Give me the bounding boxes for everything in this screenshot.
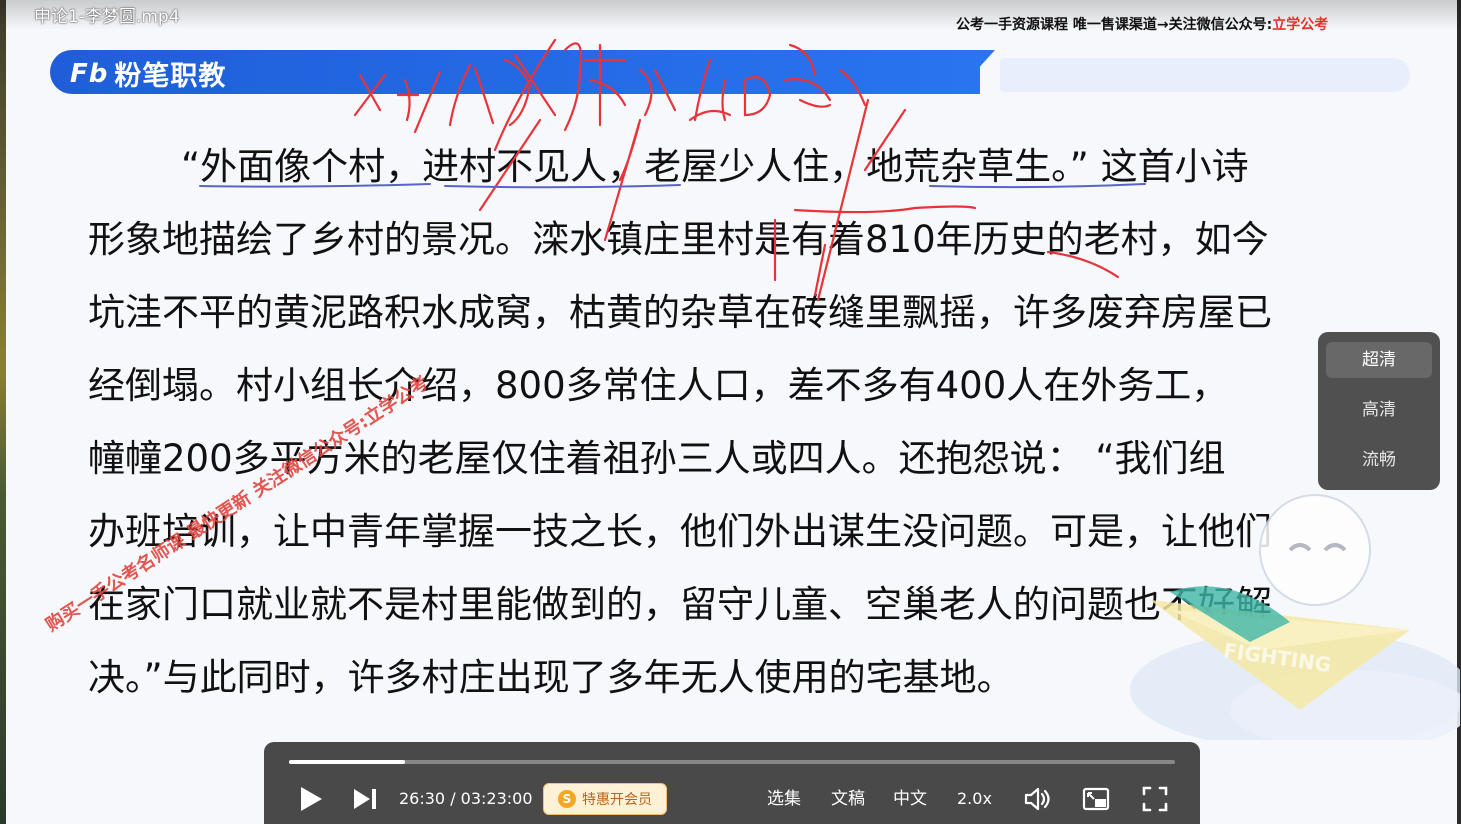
time-display: 26:30 / 03:23:00 (399, 789, 533, 808)
cartoon-mascot: FIGHTING (1130, 494, 1460, 740)
coin-icon: S (558, 790, 576, 808)
member-button[interactable]: S 特惠开会员 (543, 783, 667, 815)
transcript-button[interactable]: 文稿 (831, 782, 865, 816)
fullscreen-icon[interactable] (1138, 782, 1172, 816)
passage-line: 坑洼不平的黄泥路积水成窝，枯黄的杂草在砖缝里飘摇，许多废弃房屋已 (88, 291, 1272, 334)
promo-highlight: 立学公考 (1272, 17, 1329, 33)
passage-line: 经倒塌。村小组长介绍，800多常住人口，差不多有400人在外务工， (88, 364, 1229, 407)
volume-icon[interactable] (1021, 782, 1055, 816)
subtitle-button[interactable]: 中文 (893, 782, 927, 816)
fb-logo-icon: Fb (70, 58, 109, 89)
banner-slant (955, 50, 995, 94)
quality-option-ultra[interactable]: 超清 (1326, 342, 1432, 378)
speed-button[interactable]: 2.0x (957, 782, 992, 816)
banner-blue-bar: Fb 粉笔职教 (50, 50, 980, 94)
quality-option-smooth[interactable]: 流畅 (1326, 442, 1432, 478)
progress-bar[interactable] (289, 760, 1175, 764)
logo-text: 粉笔职教 (114, 61, 227, 92)
video-frame[interactable]: 申论1-李梦圆.mp4 Fb 粉笔职教 公考一手资源课程 唯一售课渠道→关注微信… (0, 0, 1461, 824)
promo-text: 公考一手资源课程 唯一售课渠道→关注微信公众号:立学公考 (956, 14, 1328, 34)
pip-icon[interactable] (1079, 782, 1113, 816)
play-icon[interactable] (294, 782, 328, 816)
passage-line: 形象地描绘了乡村的景况。滦水镇庄里村是有着810年历史的老村，如今 (88, 218, 1269, 261)
background-edge (0, 0, 6, 824)
brand-logo: Fb 粉笔职教 (70, 54, 226, 93)
player-controls: 26:30 / 03:23:00 S 特惠开会员 选集 文稿 中文 2.0x (264, 742, 1200, 824)
window-title: 申论1-李梦圆.mp4 (34, 7, 180, 27)
banner-right-panel (1000, 58, 1410, 92)
passage-line: “外面像个村，进村不见人，老屋少人住，地荒杂草生。” 这首小诗 (181, 145, 1249, 188)
progress-fill (289, 760, 406, 764)
promo-main: 公考一手资源课程 唯一售课渠道→关注微信公众号: (956, 17, 1273, 33)
slide-banner: Fb 粉笔职教 (50, 50, 1412, 94)
next-icon[interactable] (348, 782, 382, 816)
quality-option-high[interactable]: 高清 (1326, 392, 1432, 428)
member-button-label: 特惠开会员 (582, 792, 652, 808)
quality-menu: 超清 高清 流畅 (1318, 332, 1440, 490)
episodes-button[interactable]: 选集 (767, 782, 801, 816)
